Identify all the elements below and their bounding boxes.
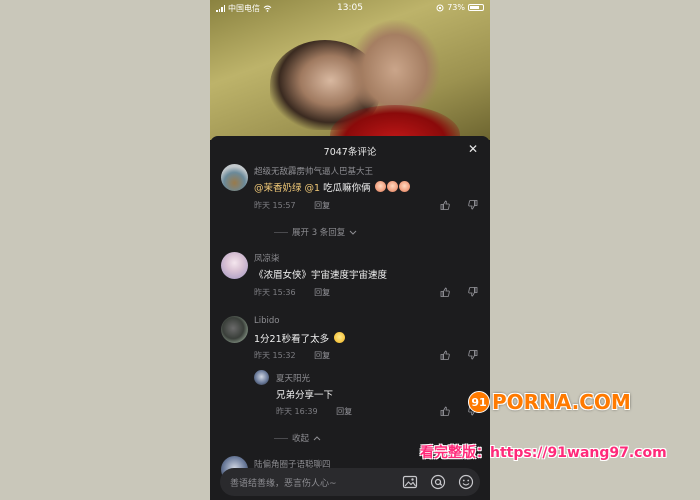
avatar[interactable] [221, 252, 248, 279]
status-right: 73% [436, 3, 484, 12]
collapse-label: 收起 [292, 434, 310, 444]
comment-author[interactable]: Libido [254, 316, 279, 326]
image-icon[interactable] [402, 474, 418, 490]
blush-emoji-icon [374, 181, 386, 192]
avatar[interactable] [221, 164, 248, 191]
watermark-badge: 91 [468, 391, 490, 413]
reply-button[interactable]: 回复 [314, 288, 330, 297]
status-bar: 中国电信 13:05 73% [210, 0, 490, 16]
reply-button[interactable]: 回复 [314, 351, 330, 360]
comment-body: 1分21秒看了太多 [254, 334, 330, 345]
like-icon[interactable] [440, 350, 450, 360]
blush-emoji-icon [386, 181, 398, 192]
divider-line [274, 231, 288, 233]
watermark-logo: 91 PORNA.COM [468, 390, 631, 414]
reply-text: 兄弟分享一下 [276, 390, 334, 401]
dislike-icon[interactable] [468, 287, 478, 297]
reply-author[interactable]: 夏天阳光 [276, 372, 310, 384]
reply-button[interactable]: 回复 [336, 407, 352, 416]
input-tools [402, 474, 474, 490]
comment-count-title: 7047条评论 [323, 147, 377, 158]
dislike-icon[interactable] [468, 200, 478, 210]
comment-meta: 昨天 15:36 回复 [254, 287, 330, 298]
comment-input-placeholder: 善语结善缘，恶言伤人心~ [230, 479, 337, 489]
comment-text: 1分21秒看了太多 [254, 331, 346, 345]
like-icon[interactable] [440, 406, 450, 416]
comment-meta: 昨天 15:32 回复 [254, 350, 330, 361]
comment-input[interactable]: 善语结善缘，恶言伤人心~ [220, 468, 480, 496]
expand-label: 展开 3 条回复 [292, 228, 346, 238]
sheet-header: 7047条评论 ✕ [210, 136, 490, 164]
divider-line [274, 437, 288, 439]
mention-link[interactable]: @1 [305, 183, 321, 194]
collapse-replies-button[interactable]: 收起 [274, 432, 321, 444]
comment-author[interactable]: 超级无敌霹雳帅气逼人巴基大王 [254, 165, 373, 177]
comment-actions [440, 350, 478, 360]
comment-time: 昨天 15:32 [254, 351, 296, 360]
at-mention-icon[interactable] [430, 474, 446, 490]
battery-percent: 73% [447, 3, 465, 12]
blush-emoji-icon [398, 181, 410, 192]
reply-meta: 昨天 16:39 回复 [276, 406, 352, 417]
watermark-logo-text: 91 PORNA.COM [468, 390, 631, 414]
comment-actions [440, 200, 478, 210]
chevron-up-icon [313, 435, 321, 440]
watermark-url: 看完整版：https://91wang97.com [420, 445, 667, 461]
like-icon[interactable] [440, 287, 450, 297]
dislike-icon[interactable] [468, 350, 478, 360]
comment-author[interactable]: 凤凉柒 [254, 252, 280, 264]
expand-replies-button[interactable]: 展开 3 条回复 [274, 226, 357, 238]
comment-text: @茉香奶绿 @1 吃瓜嘛你俩 [254, 180, 410, 194]
comment-time: 昨天 15:57 [254, 201, 296, 210]
close-icon[interactable]: ✕ [466, 142, 480, 156]
reply-button[interactable]: 回复 [314, 201, 330, 210]
like-icon[interactable] [440, 200, 450, 210]
sweat-emoji-icon [334, 332, 346, 343]
avatar[interactable] [221, 316, 248, 343]
watermark-logo-label: PORNA.COM [492, 390, 631, 414]
comment-actions [440, 287, 478, 297]
comment-time: 昨天 15:36 [254, 288, 296, 297]
comment-body: 吃瓜嘛你俩 [323, 183, 371, 194]
comment-meta: 昨天 15:57 回复 [254, 200, 330, 211]
chevron-down-icon [349, 230, 357, 235]
comment-text: 《浓眉女侠》宇宙速度宇宙速度 [254, 270, 388, 281]
emoji-icon[interactable] [458, 474, 474, 490]
video-player[interactable] [210, 0, 490, 140]
reply-time: 昨天 16:39 [276, 407, 318, 416]
avatar[interactable] [254, 370, 269, 385]
orientation-lock-icon [436, 4, 444, 11]
mention-link[interactable]: @茉香奶绿 [254, 183, 302, 194]
battery-fill [470, 6, 479, 9]
battery-icon [468, 4, 484, 11]
phone-screen: 中国电信 13:05 73% 7047条评论 ✕ 超级无敌霹雳帅气逼人巴基大王 [210, 0, 490, 500]
